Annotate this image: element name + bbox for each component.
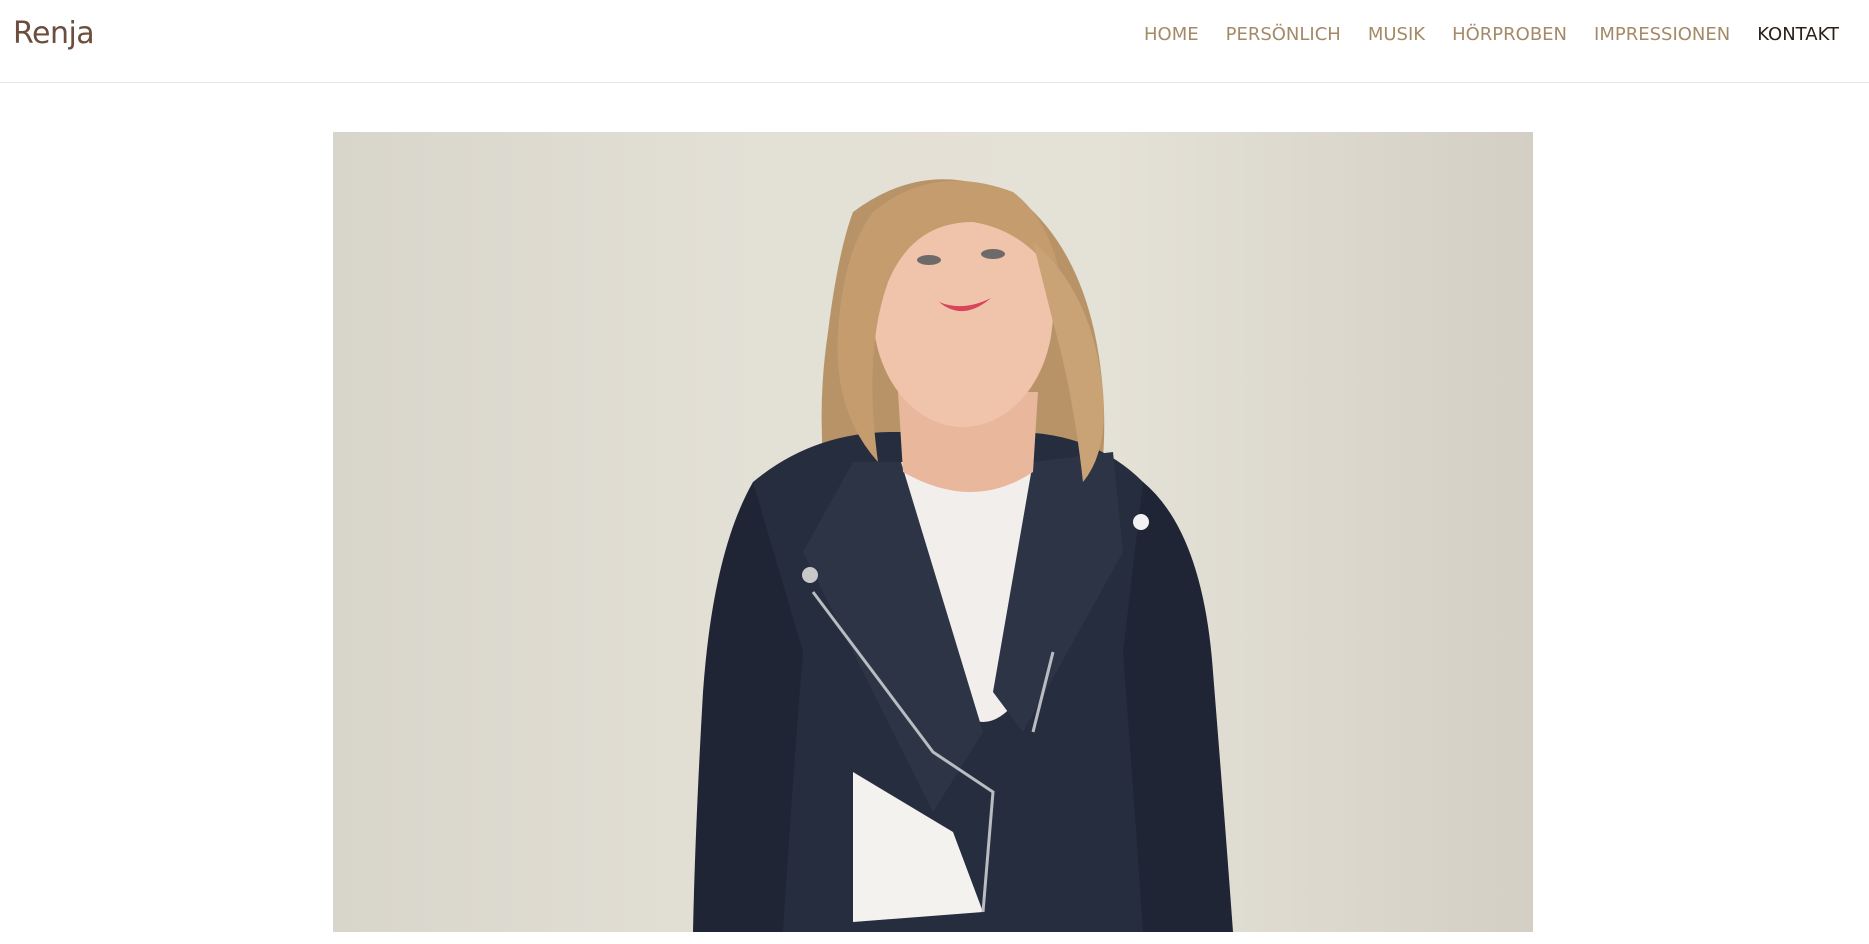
nav-item-hoerproben[interactable]: HÖRPROBEN	[1452, 24, 1567, 45]
nav-item-persoenlich[interactable]: PERSÖNLICH	[1226, 24, 1341, 45]
main-nav: HOME PERSÖNLICH MUSIK HÖRPROBEN IMPRESSI…	[1144, 24, 1839, 45]
nav-item-impressionen[interactable]: IMPRESSIONEN	[1594, 24, 1730, 45]
hero-photo-illustration	[693, 179, 1233, 932]
site-logo[interactable]: Renja	[13, 16, 95, 51]
nav-item-kontakt[interactable]: KONTAKT	[1757, 24, 1839, 45]
nav-item-home[interactable]: HOME	[1144, 24, 1199, 45]
nav-item-musik[interactable]: MUSIK	[1368, 24, 1425, 45]
hero-photo	[333, 132, 1533, 932]
site-header: Renja HOME PERSÖNLICH MUSIK HÖRPROBEN IM…	[0, 0, 1869, 83]
